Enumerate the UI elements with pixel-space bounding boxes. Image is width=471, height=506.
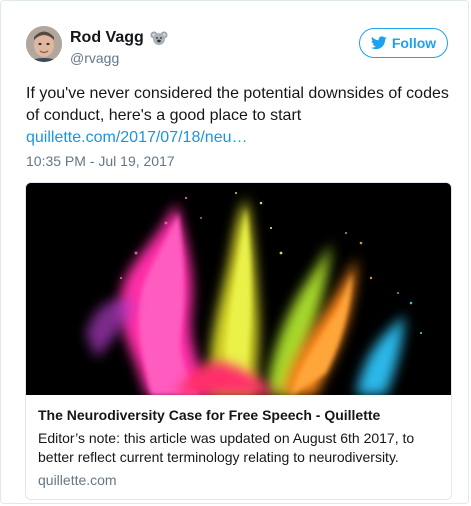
koala-icon	[150, 30, 168, 46]
link-card[interactable]: The Neurodiversity Case for Free Speech …	[25, 182, 452, 500]
tweet-embed: Rod Vagg @rvagg Follow If you've never c…	[0, 0, 469, 504]
follow-button-label: Follow	[391, 35, 437, 51]
author-handle[interactable]: @rvagg	[70, 50, 119, 66]
tweet-text: If you've never considered the potential…	[26, 83, 456, 149]
tweet-timestamp[interactable]: 10:35 PM - Jul 19, 2017	[26, 153, 175, 169]
card-title: The Neurodiversity Case for Free Speech …	[38, 407, 381, 423]
follow-button[interactable]: Follow	[359, 28, 448, 58]
author-name[interactable]: Rod Vagg	[70, 29, 168, 47]
author-name-text[interactable]: Rod Vagg	[70, 29, 144, 47]
card-description: Editor’s note: this article was updated …	[38, 430, 415, 465]
card-domain: quillette.com	[38, 472, 117, 488]
avatar[interactable]	[26, 26, 62, 62]
card-image[interactable]	[26, 183, 451, 395]
card-body: The Neurodiversity Case for Free Speech …	[26, 395, 451, 499]
tweet-text-body: If you've never considered the potential…	[26, 85, 449, 124]
tweet-link[interactable]: quillette.com/2017/07/18/neu…	[26, 129, 247, 146]
twitter-bird-icon	[370, 36, 387, 50]
